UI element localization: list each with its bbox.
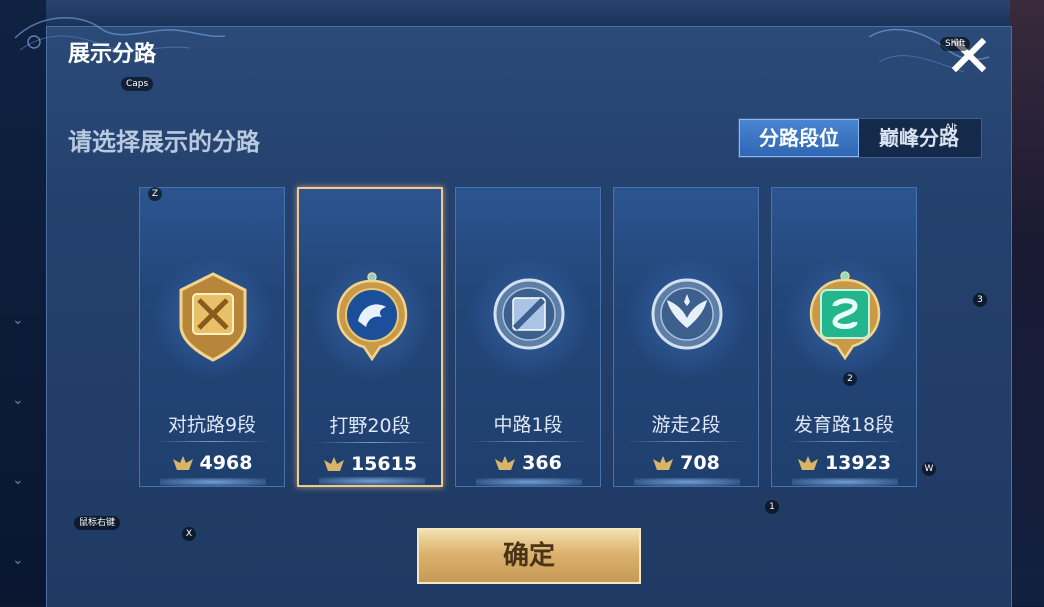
role-card-mid-lane[interactable]: 中路1段 366 bbox=[455, 187, 601, 487]
role-name: 中路1段 bbox=[493, 414, 563, 436]
rank-points-icon bbox=[172, 456, 193, 470]
key-hint-3: 3 bbox=[973, 293, 987, 307]
rank-points-icon bbox=[495, 456, 516, 470]
role-card-roam[interactable]: 游走2段 708 bbox=[613, 187, 759, 487]
chevron-down-icon: ⌄ bbox=[12, 472, 24, 488]
key-hint-z: Z bbox=[148, 187, 162, 201]
chevron-down-icon: ⌄ bbox=[12, 312, 24, 328]
mid-lane-silver-icon bbox=[493, 278, 565, 350]
key-hint-1: 1 bbox=[765, 500, 779, 514]
role-name: 发育路18段 bbox=[793, 414, 895, 436]
key-hint-w: W bbox=[922, 462, 936, 476]
clash-lane-gold-icon bbox=[179, 272, 247, 362]
role-points: 366 bbox=[456, 452, 600, 474]
chevron-down-icon: ⌄ bbox=[12, 392, 24, 408]
key-hint-alt: Alt bbox=[945, 123, 958, 133]
card-divider bbox=[313, 442, 431, 443]
background-right-strip bbox=[1010, 0, 1044, 606]
role-card-list: 对抗路9段 4968 打野20段 15615 中路1段 366 游走2段 708… bbox=[139, 187, 919, 489]
rank-points-icon bbox=[797, 456, 818, 470]
role-name: 游走2段 bbox=[651, 414, 721, 436]
card-foot-glow bbox=[476, 478, 582, 486]
role-card-jungle[interactable]: 打野20段 15615 bbox=[297, 187, 443, 487]
background-left-strip: ⌄ ⌄ ⌄ ⌄ bbox=[0, 0, 46, 606]
card-divider bbox=[470, 441, 588, 442]
jungle-dragon-gold-icon bbox=[336, 272, 408, 362]
role-points: 708 bbox=[614, 452, 758, 474]
role-points-value: 4968 bbox=[199, 452, 253, 474]
role-name: 对抗路9段 bbox=[167, 414, 257, 436]
key-hint-mouse-right: 鼠标右键 bbox=[74, 516, 121, 530]
chevron-down-icon: ⌄ bbox=[12, 552, 24, 568]
role-points: 13923 bbox=[772, 452, 916, 474]
role-name: 打野20段 bbox=[329, 415, 411, 437]
role-points-value: 15615 bbox=[350, 453, 418, 475]
confirm-button[interactable]: 确定 bbox=[417, 528, 641, 584]
tab-lane-rank[interactable]: 分路段位 bbox=[739, 119, 859, 157]
card-divider bbox=[154, 441, 272, 442]
key-hint-2: 2 bbox=[843, 372, 857, 386]
role-points-value: 13923 bbox=[824, 452, 892, 474]
key-hint-x: X bbox=[182, 527, 196, 541]
rank-points-icon bbox=[323, 457, 344, 471]
card-foot-glow bbox=[319, 477, 425, 485]
dialog-subtitle: 请选择展示的分路 bbox=[68, 128, 260, 156]
card-foot-glow bbox=[792, 478, 898, 486]
role-card-farm-lane[interactable]: 发育路18段 13923 bbox=[771, 187, 917, 487]
role-points-value: 366 bbox=[522, 452, 562, 474]
card-foot-glow bbox=[160, 478, 266, 486]
role-points: 15615 bbox=[299, 453, 441, 475]
rank-points-icon bbox=[653, 456, 674, 470]
key-hint-shift: Shift bbox=[940, 37, 971, 51]
dialog-title: 展示分路 bbox=[68, 42, 157, 67]
roam-wing-silver-icon bbox=[651, 278, 723, 350]
card-foot-glow bbox=[634, 478, 740, 486]
role-card-clash-lane[interactable]: 对抗路9段 4968 bbox=[139, 187, 285, 487]
card-divider bbox=[628, 441, 746, 442]
card-divider bbox=[786, 441, 904, 442]
role-points-value: 708 bbox=[680, 452, 720, 474]
role-points: 4968 bbox=[140, 452, 284, 474]
farm-lane-gold-icon bbox=[809, 271, 881, 361]
key-hint-caps: Caps bbox=[121, 77, 154, 91]
